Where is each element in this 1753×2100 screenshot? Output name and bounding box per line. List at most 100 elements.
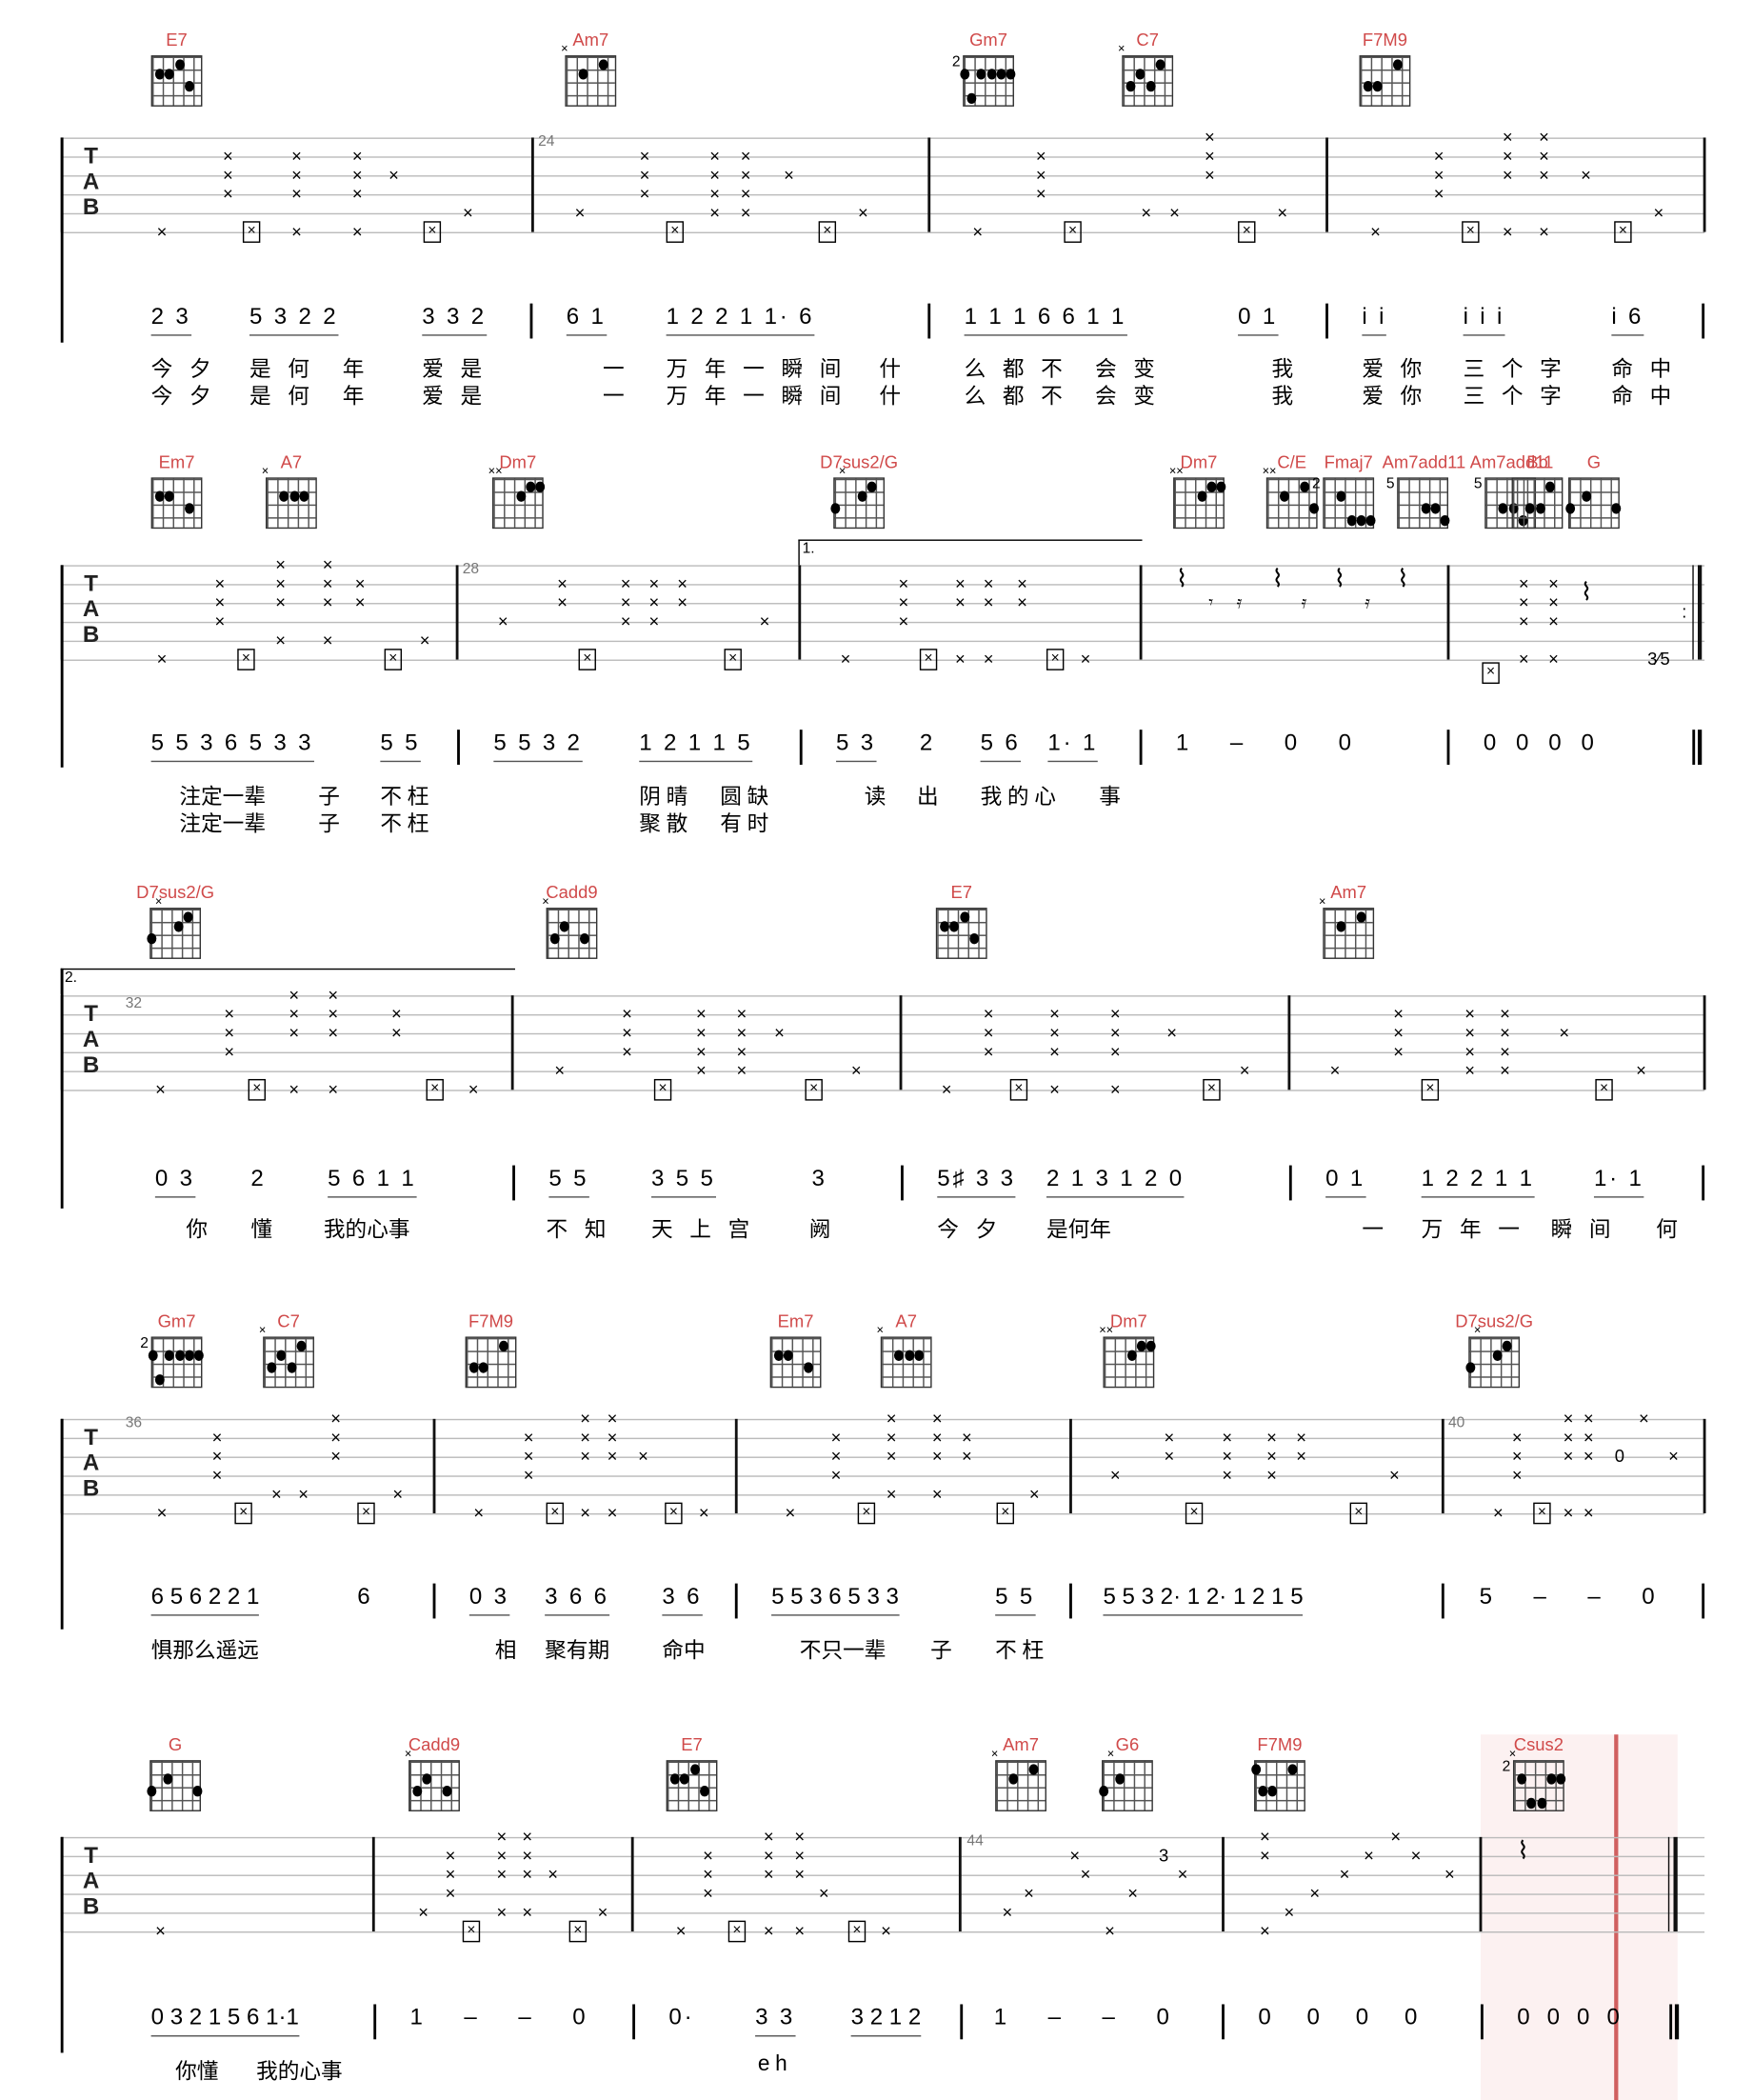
tab-note-mark[interactable]: × [1034, 147, 1047, 164]
tab-note-boxed[interactable]: × [568, 1920, 588, 1943]
tab-note-mark[interactable]: × [418, 631, 431, 649]
chord-diagram[interactable]: Fmaj7 2 [1308, 451, 1389, 530]
tab-note-mark[interactable]: × [647, 593, 661, 610]
tab-note-mark[interactable]: × [495, 1847, 508, 1864]
tab-note-mark[interactable]: × [1634, 1062, 1647, 1079]
tab-note-mark[interactable]: × [327, 1024, 340, 1041]
chord-diagram[interactable]: Gm7 2 [948, 30, 1029, 107]
tab-note-mark[interactable]: × [1498, 1043, 1511, 1060]
chord-diagram[interactable]: D7sus2/G × [819, 451, 900, 530]
tab-note-mark[interactable]: × [708, 166, 722, 183]
tab-note-mark[interactable]: × [982, 574, 995, 591]
chord-diagram[interactable]: A7 × [250, 451, 331, 530]
chord-diagram[interactable]: E7 [136, 30, 217, 107]
tab-note-mark[interactable]: × [444, 1866, 457, 1883]
tab-note-mark[interactable]: × [521, 1903, 534, 1920]
tab-note-mark[interactable]: × [1582, 1448, 1595, 1465]
tab-note-boxed[interactable]: × [426, 1078, 444, 1101]
tab-note-mark[interactable]: × [1276, 204, 1289, 221]
tab-note-mark[interactable]: × [1238, 1062, 1251, 1079]
chord-diagram[interactable]: D7sus2/G × [135, 882, 216, 959]
chord-diagram[interactable]: D7sus2/G × [1454, 1311, 1535, 1389]
tab-note-mark[interactable]: × [982, 650, 995, 668]
tab-note-boxed[interactable]: × [724, 649, 742, 670]
tab-note-mark[interactable]: × [735, 1043, 748, 1060]
tab-note-mark[interactable]: × [885, 1448, 898, 1465]
tab-note-mark[interactable]: × [735, 1062, 748, 1079]
tab-note-mark[interactable]: × [1510, 1448, 1524, 1465]
tab-note-mark[interactable]: × [350, 166, 364, 183]
tab-note-mark[interactable]: × [273, 631, 287, 649]
tab-note-mark[interactable]: × [1108, 1043, 1122, 1060]
tab-note-mark[interactable]: 𝄾 [1205, 593, 1218, 610]
tab-note-mark[interactable]: × [647, 574, 661, 591]
chord-diagram[interactable]: Csus2 2 × [1498, 1734, 1579, 1811]
tab-note-mark[interactable]: × [289, 147, 303, 164]
tab-note-mark[interactable]: × [1464, 1005, 1477, 1022]
tab-note-mark[interactable]: × [1221, 1429, 1234, 1446]
tab-note-mark[interactable]: × [1464, 1024, 1477, 1041]
tab-note-mark[interactable]: × [321, 574, 334, 591]
tab-note-mark[interactable]: × [596, 1903, 609, 1920]
tab-note-boxed[interactable]: × [1482, 662, 1500, 685]
tab-note-mark[interactable]: × [1047, 1043, 1061, 1060]
tab-note-mark[interactable]: × [1537, 223, 1550, 240]
chord-diagram[interactable]: Am7 × [1308, 882, 1389, 959]
tab-note-mark[interactable]: × [953, 593, 966, 610]
tab-note-mark[interactable]: × [982, 1024, 995, 1041]
tab-note-mark[interactable]: × [1203, 166, 1216, 183]
tab-note-mark[interactable]: × [1265, 1466, 1278, 1483]
tab-note-mark[interactable]: × [829, 1448, 843, 1465]
tab-note-mark[interactable]: × [1517, 574, 1530, 591]
tab-note-mark[interactable]: × [329, 1429, 343, 1446]
tab-note-mark[interactable]: × [273, 555, 287, 572]
tab-note-mark[interactable]: × [606, 1410, 619, 1427]
tab-note-mark[interactable]: × [521, 1847, 534, 1864]
tab-note-mark[interactable]: × [321, 593, 334, 610]
tab-note-mark[interactable]: × [739, 147, 752, 164]
chord-diagram[interactable]: G [1553, 451, 1634, 530]
tab-note-mark[interactable]: × [1362, 1847, 1375, 1864]
tab-note-mark[interactable]: × [1001, 1903, 1014, 1920]
tab-note-boxed[interactable]: × [1203, 1078, 1221, 1101]
tab-note-boxed[interactable]: × [242, 221, 261, 243]
tab-note-mark[interactable]: × [1203, 147, 1216, 164]
tab-note-mark[interactable]: × [273, 593, 287, 610]
tab-note-boxed[interactable]: × [1238, 221, 1256, 243]
tab-note-boxed[interactable]: × [462, 1920, 481, 1943]
tab-note-boxed[interactable]: × [248, 1078, 266, 1101]
tab-note-boxed[interactable]: × [1064, 221, 1082, 243]
chord-diagram[interactable]: F7M9 [450, 1311, 531, 1389]
tab-note-mark[interactable]: × [772, 1024, 786, 1041]
tab-note-mark[interactable]: × [213, 574, 227, 591]
tab-note-mark[interactable]: × [1140, 204, 1153, 221]
tab-note-mark[interactable]: × [620, 1043, 633, 1060]
tab-note-mark[interactable]: × [288, 1005, 301, 1022]
tab-note-mark[interactable]: × [619, 612, 632, 630]
tab-note-mark[interactable]: × [1546, 650, 1560, 668]
tab-note-mark[interactable]: × [829, 1429, 843, 1446]
tab-note-mark[interactable]: × [885, 1410, 898, 1427]
tab-note-boxed[interactable]: × [1185, 1502, 1204, 1525]
tab-note-mark[interactable]: × [1165, 1024, 1179, 1041]
tab-note-mark[interactable]: × [1203, 129, 1216, 146]
tab-note-mark[interactable]: × [1047, 1080, 1061, 1097]
tab-note-mark[interactable]: × [708, 147, 722, 164]
tab-note-mark[interactable]: × [1163, 1448, 1176, 1465]
tab-note-mark[interactable]: × [1517, 650, 1530, 668]
tab-note-mark[interactable]: × [1221, 1448, 1234, 1465]
tab-note-mark[interactable]: × [221, 166, 234, 183]
tab-note-mark[interactable]: × [708, 185, 722, 202]
tab-note-mark[interactable]: × [289, 223, 303, 240]
tab-note-mark[interactable]: × [1022, 1884, 1035, 1901]
tab-note-mark[interactable]: × [353, 593, 367, 610]
tab-note-mark[interactable]: × [1258, 1847, 1271, 1864]
tab-note-boxed[interactable]: × [919, 649, 938, 670]
chord-diagram[interactable]: F7M9 [1345, 30, 1425, 107]
tab-note-mark[interactable]: × [1546, 593, 1560, 610]
chord-diagram[interactable]: E7 [921, 882, 1002, 959]
tab-note-mark[interactable]: × [1501, 223, 1514, 240]
tab-note-mark[interactable]: × [213, 593, 227, 610]
tab-note-mark[interactable]: × [444, 1884, 457, 1901]
tab-note-mark[interactable]: × [849, 1062, 863, 1079]
